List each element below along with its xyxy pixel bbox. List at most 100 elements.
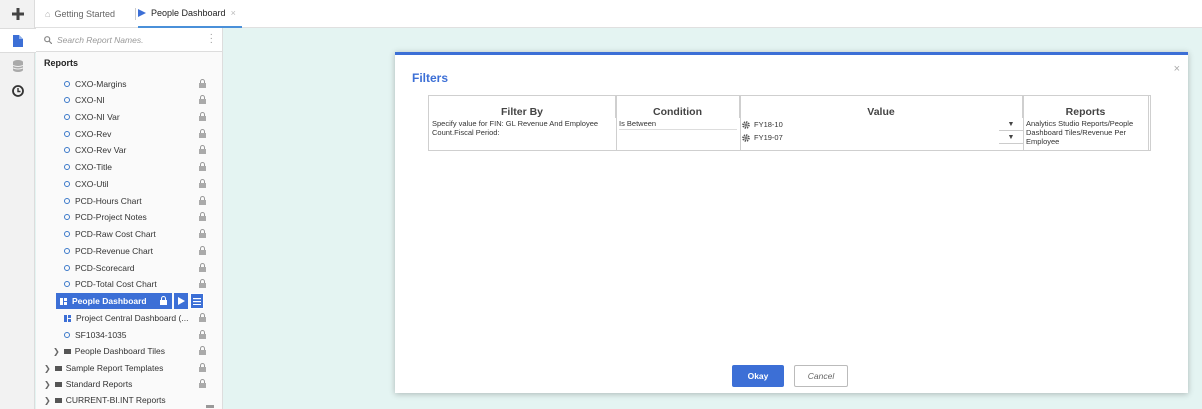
column-header-filter-by: Filter By	[429, 96, 616, 118]
list-item[interactable]: CXO-NI Var	[64, 109, 206, 125]
item-label: People Dashboard	[72, 296, 147, 306]
filter-by-cell: Specify value for FIN: GL Revenue And Em…	[432, 119, 599, 137]
tab-label: People Dashboard	[151, 8, 226, 18]
list-item[interactable]: CXO-Rev Var	[64, 142, 206, 158]
lock-icon	[199, 279, 206, 290]
lock-icon	[199, 363, 206, 374]
list-item[interactable]: CXO-Rev	[64, 126, 206, 142]
lock-icon	[199, 79, 206, 90]
lock-icon	[199, 129, 206, 140]
gear-icon[interactable]	[742, 120, 750, 129]
list-item[interactable]: PCD-Scorecard	[64, 260, 206, 276]
more-options-icon[interactable]: · · ·	[210, 30, 213, 48]
list-item[interactable]: PCD-Project Notes	[64, 209, 206, 225]
chevron-right-icon[interactable]: ❯	[44, 380, 51, 389]
value-to-row[interactable]: FY19-07 ▼	[740, 131, 1023, 144]
lock-icon	[199, 229, 206, 240]
scrollbar[interactable]	[206, 405, 214, 408]
lock-icon	[199, 263, 206, 274]
item-label: CXO-Rev	[75, 129, 112, 139]
column-divider	[1148, 96, 1149, 150]
folder-item[interactable]: ❯ CURRENT-BI.INT Reports	[44, 392, 206, 408]
report-icon	[64, 81, 70, 87]
item-label: CXO-Rev Var	[75, 145, 127, 155]
icon-rail	[0, 0, 36, 409]
lock-icon	[199, 346, 206, 357]
report-icon	[64, 114, 70, 120]
folder-item[interactable]: ❯ Standard Reports	[44, 376, 206, 392]
item-label: PCD-Scorecard	[75, 263, 135, 273]
list-item-selected[interactable]: People Dashboard	[56, 293, 172, 309]
lock-icon	[199, 330, 206, 341]
list-item[interactable]: CXO-Title	[64, 159, 206, 175]
list-item[interactable]: SF1034-1035	[64, 327, 206, 343]
folder-icon	[63, 348, 71, 354]
tab-close-icon[interactable]: ×	[231, 8, 236, 18]
report-icon	[64, 147, 70, 153]
report-icon	[64, 265, 70, 271]
dropdown-arrow-icon[interactable]: ▼	[999, 131, 1023, 144]
reports-heading: Reports	[44, 58, 79, 68]
report-icon	[64, 248, 70, 254]
add-icon[interactable]	[0, 0, 35, 28]
menu-button[interactable]	[190, 293, 204, 309]
gear-icon[interactable]	[742, 133, 750, 142]
dialog-title: Filters	[412, 71, 449, 85]
report-icon	[64, 164, 70, 170]
chevron-right-icon[interactable]: ❯	[44, 396, 51, 405]
lock-icon	[160, 296, 167, 307]
report-icon	[64, 181, 70, 187]
lock-icon	[199, 179, 206, 190]
value-to-field[interactable]: FY19-07	[754, 133, 783, 142]
item-label: CXO-NI Var	[75, 112, 120, 122]
lock-icon	[199, 313, 206, 324]
list-item[interactable]: PCD-Hours Chart	[64, 193, 206, 209]
chevron-right-icon[interactable]: ❯	[44, 364, 51, 373]
search-bar[interactable]: Search Report Names. · · ·	[36, 28, 222, 52]
item-label: PCD-Raw Cost Chart	[75, 229, 156, 239]
reports-cell: Analytics Studio Reports/People Dashboar…	[1026, 119, 1134, 146]
tab-people-dashboard[interactable]: People Dashboard ×	[138, 0, 242, 28]
item-label: CXO-Title	[75, 162, 112, 172]
reports-icon[interactable]	[0, 28, 36, 53]
item-label: PCD-Revenue Chart	[75, 246, 153, 256]
dashboard-icon	[60, 297, 67, 305]
item-label: CXO-Util	[75, 179, 109, 189]
list-item[interactable]: CXO-NI	[64, 92, 206, 108]
folder-item[interactable]: ❯ Sample Report Templates	[44, 360, 206, 376]
folder-icon	[54, 381, 62, 387]
close-icon[interactable]: ×	[1174, 63, 1180, 75]
list-item[interactable]: PCD-Total Cost Chart	[64, 276, 206, 292]
folder-item[interactable]: ❯ People Dashboard Tiles	[53, 343, 206, 359]
list-item[interactable]: CXO-Util	[64, 176, 206, 192]
lock-icon	[199, 112, 206, 123]
column-divider	[616, 96, 617, 150]
lock-icon	[199, 196, 206, 207]
tab-getting-started[interactable]: ⌂ Getting Started	[45, 0, 115, 28]
database-icon[interactable]	[0, 53, 36, 78]
report-icon	[64, 332, 70, 338]
list-item[interactable]: Project Central Dashboard (...	[64, 310, 206, 326]
history-icon[interactable]	[0, 78, 36, 103]
lock-icon	[199, 95, 206, 106]
report-sidebar: Search Report Names. · · · Reports CXO-Mar…	[36, 28, 223, 409]
dropdown-arrow-icon[interactable]: ▼	[999, 118, 1023, 131]
column-divider	[1023, 96, 1024, 150]
list-item[interactable]: PCD-Revenue Chart	[64, 243, 206, 259]
item-label: CXO-Margins	[75, 79, 127, 89]
okay-button[interactable]: Okay	[732, 365, 784, 387]
chevron-right-icon[interactable]: ❯	[53, 347, 60, 356]
filters-dialog: Filters × Filter By Condition Value Repo…	[395, 52, 1188, 393]
list-item[interactable]: CXO-Margins	[64, 76, 206, 92]
condition-cell[interactable]: Is Between	[619, 119, 737, 130]
cancel-button[interactable]: Cancel	[794, 365, 848, 387]
list-item[interactable]: PCD-Raw Cost Chart	[64, 226, 206, 242]
report-icon	[64, 281, 70, 287]
dashboard-icon	[64, 314, 71, 322]
value-from-field[interactable]: FY18-10	[754, 120, 783, 129]
tab-bar: ⌂ Getting Started People Dashboard ×	[35, 0, 1202, 28]
search-input[interactable]: Search Report Names.	[57, 35, 143, 45]
play-icon	[138, 9, 146, 17]
run-button[interactable]	[174, 293, 188, 309]
value-from-row[interactable]: FY18-10 ▼	[740, 118, 1023, 131]
